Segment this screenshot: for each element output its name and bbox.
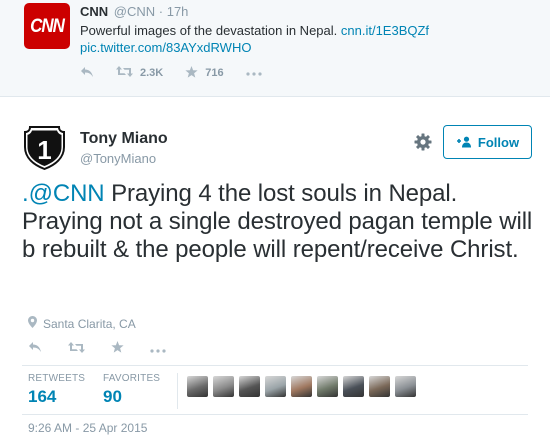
parent-retweet-count: 2.3K bbox=[140, 67, 164, 79]
tweet-text: .@CNN Praying 4 the lost souls in Nepal.… bbox=[22, 180, 537, 264]
parent-link-pic[interactable]: pic.twitter.com/83AYxdRWHO bbox=[80, 40, 251, 55]
parent-more-button[interactable] bbox=[246, 67, 262, 79]
favoriter-avatar[interactable] bbox=[369, 376, 390, 397]
parent-reply-button[interactable] bbox=[80, 66, 94, 81]
favoriter-avatar[interactable] bbox=[187, 376, 208, 397]
favoriter-avatar[interactable] bbox=[239, 376, 260, 397]
favoriter-avatar[interactable] bbox=[317, 376, 338, 397]
favoriter-avatar[interactable] bbox=[213, 376, 234, 397]
parent-link-article[interactable]: cnn.it/1E3BQZf bbox=[341, 23, 429, 38]
favorite-icon bbox=[185, 65, 198, 81]
favorites-label: FAVORITES bbox=[103, 373, 161, 384]
parent-author-name[interactable]: CNN bbox=[80, 4, 108, 19]
favoriter-avatar[interactable] bbox=[343, 376, 364, 397]
follow-label: Follow bbox=[477, 134, 520, 150]
parent-retweet-button[interactable]: 2.3K bbox=[116, 66, 163, 80]
parent-favorite-count: 716 bbox=[205, 67, 224, 79]
author-name[interactable]: Tony Miano bbox=[80, 130, 168, 148]
parent-handle-time[interactable]: @CNN · 17h bbox=[114, 4, 189, 19]
parent-text-body: Powerful images of the devastation in Ne… bbox=[80, 23, 338, 38]
avatar-number: 1 bbox=[37, 135, 51, 165]
more-icon bbox=[246, 67, 262, 79]
favorites-stat[interactable]: FAVORITES 90 bbox=[103, 373, 160, 407]
author-avatar[interactable]: 1 bbox=[22, 125, 67, 171]
more-button[interactable] bbox=[150, 340, 166, 358]
mention-link[interactable]: .@CNN bbox=[22, 180, 105, 207]
retweets-count: 164 bbox=[28, 387, 57, 406]
retweets-label: RETWEETS bbox=[28, 373, 86, 384]
follow-person-icon bbox=[456, 136, 472, 148]
favorite-button[interactable] bbox=[111, 340, 124, 358]
location-label: Santa Clarita, CA bbox=[43, 316, 136, 331]
divider bbox=[22, 414, 528, 415]
tweet-location[interactable]: Santa Clarita, CA bbox=[28, 316, 136, 331]
parent-tweet-text: Powerful images of the devastation in Ne… bbox=[80, 22, 429, 56]
gear-icon bbox=[413, 133, 433, 156]
retweet-button[interactable] bbox=[68, 340, 85, 358]
favorites-count: 90 bbox=[103, 387, 122, 406]
parent-tweet-actions: 2.3K 716 bbox=[80, 65, 284, 81]
favoriter-avatars bbox=[187, 376, 421, 397]
tweet-stats: RETWEETS 164 FAVORITES 90 bbox=[22, 366, 528, 416]
retweet-icon bbox=[68, 340, 85, 358]
favoriter-avatar[interactable] bbox=[265, 376, 286, 397]
retweet-icon bbox=[116, 66, 133, 80]
tweet-timestamp[interactable]: 9:26 AM - 25 Apr 2015 bbox=[28, 421, 147, 435]
favoriter-avatar[interactable] bbox=[395, 376, 416, 397]
reply-button[interactable] bbox=[28, 340, 42, 358]
author-handle[interactable]: @TonyMiano bbox=[80, 151, 156, 166]
stats-separator bbox=[177, 373, 178, 409]
follow-button[interactable]: Follow bbox=[443, 125, 532, 159]
reply-icon bbox=[28, 340, 42, 358]
parent-tweet-header: CNN @CNN · 17h bbox=[80, 4, 188, 20]
cnn-logo-text: CNN bbox=[30, 14, 65, 37]
parent-favorite-button[interactable]: 716 bbox=[185, 65, 224, 81]
location-pin-icon bbox=[28, 316, 37, 331]
favorite-icon bbox=[111, 340, 124, 358]
reply-icon bbox=[80, 66, 94, 81]
cnn-avatar[interactable]: CNN bbox=[24, 3, 70, 49]
parent-tweet[interactable]: CNN CNN @CNN · 17h Powerful images of th… bbox=[0, 0, 550, 97]
favoriter-avatar[interactable] bbox=[291, 376, 312, 397]
more-icon bbox=[150, 340, 166, 358]
user-actions-gear-button[interactable] bbox=[413, 132, 433, 152]
retweets-stat[interactable]: RETWEETS 164 bbox=[28, 373, 85, 407]
tweet-actions bbox=[28, 340, 192, 358]
